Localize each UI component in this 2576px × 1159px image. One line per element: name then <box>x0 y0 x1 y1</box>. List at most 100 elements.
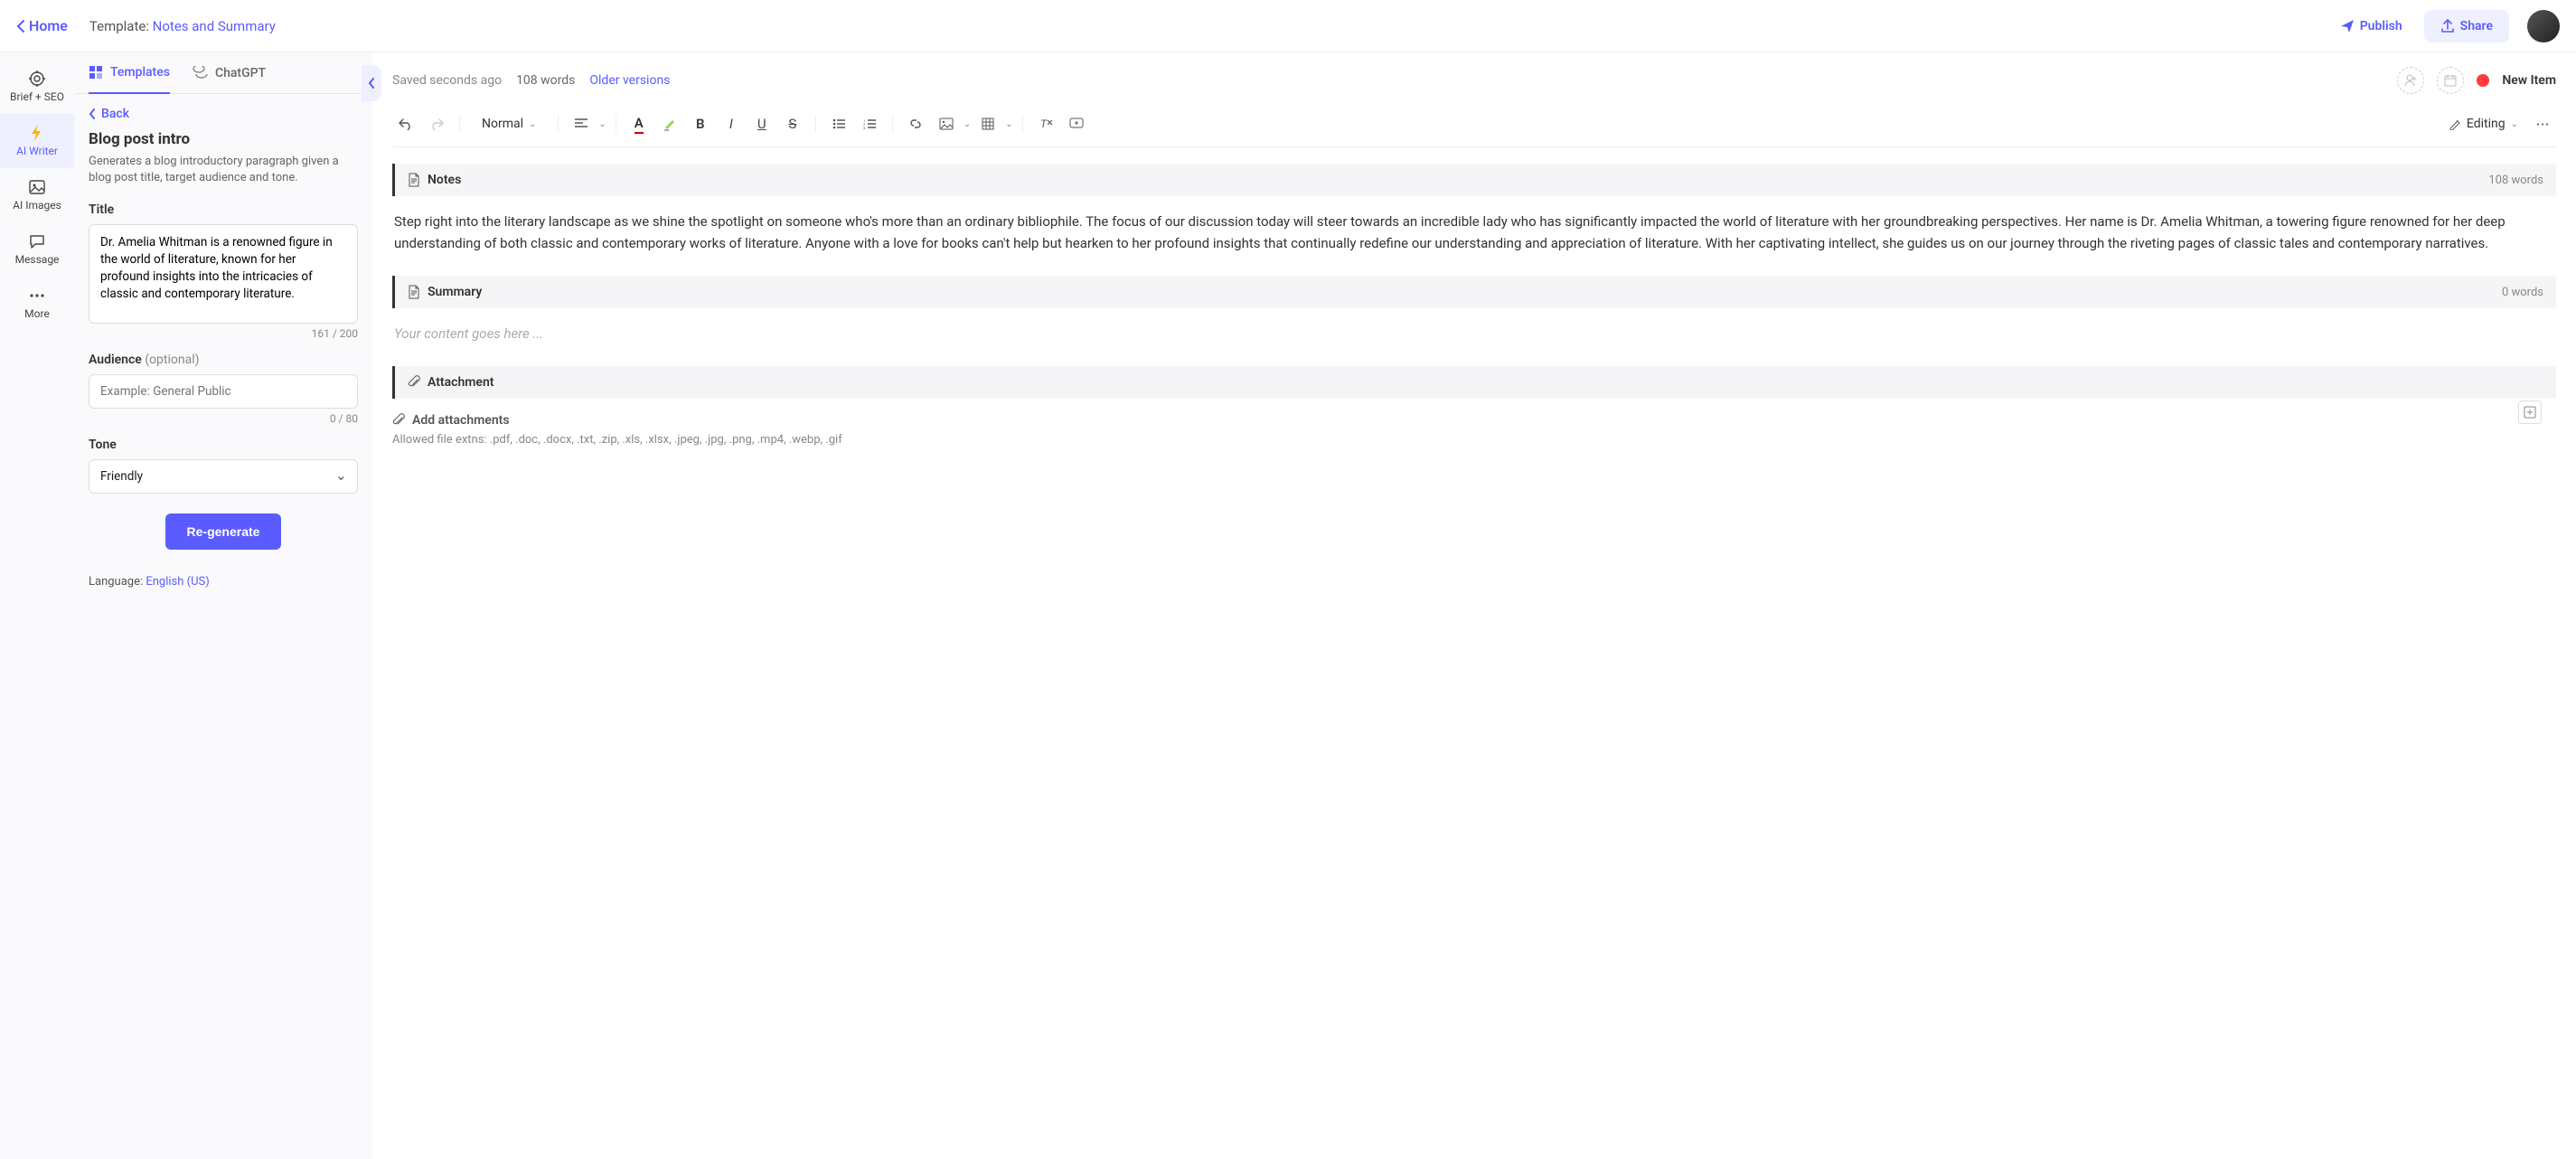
notes-body[interactable]: Step right into the literary landscape a… <box>392 211 2556 254</box>
bold-button[interactable]: B <box>687 110 714 137</box>
strike-button[interactable]: S <box>779 110 806 137</box>
table-dropdown[interactable]: ⌄ <box>1005 119 1012 129</box>
avatar[interactable] <box>2527 10 2560 42</box>
new-item-label[interactable]: New Item <box>2502 73 2556 88</box>
align-button[interactable] <box>568 110 595 137</box>
side-panel: Templates ChatGPT Back Blog post intro G… <box>74 52 372 1159</box>
older-versions-link[interactable]: Older versions <box>589 73 670 88</box>
editor-content: Notes 108 words Step right into the lite… <box>392 164 2556 447</box>
language-line: Language: English (US) <box>89 575 358 589</box>
template-breadcrumb: Template: Notes and Summary <box>89 18 276 34</box>
nav-brief-seo[interactable]: Brief + SEO <box>0 60 74 114</box>
paperclip-icon <box>392 413 405 428</box>
svg-text:T: T <box>1040 118 1048 130</box>
summary-body[interactable]: Your content goes here ... <box>392 323 2556 344</box>
summary-title: Summary <box>428 285 482 299</box>
panel-title: Blog post intro <box>89 130 358 148</box>
panel-tabs: Templates ChatGPT <box>74 52 372 94</box>
publish-button[interactable]: Publish <box>2329 12 2413 41</box>
mode-select[interactable]: Editing ⌄ <box>2441 113 2525 135</box>
image-button[interactable] <box>933 110 960 137</box>
title-counter: 161 / 200 <box>89 327 358 340</box>
bullet-list-button[interactable] <box>825 110 852 137</box>
highlight-button[interactable] <box>656 110 683 137</box>
number-list-button[interactable]: 123 <box>856 110 883 137</box>
notes-title: Notes <box>428 173 461 187</box>
chat-icon <box>29 233 45 250</box>
comment-button[interactable] <box>1063 110 1090 137</box>
nav-ai-images[interactable]: AI Images <box>0 168 74 222</box>
summary-block-header[interactable]: Summary 0 words <box>392 276 2556 308</box>
clear-format-button[interactable]: T <box>1032 110 1059 137</box>
redo-button[interactable] <box>423 110 450 137</box>
upload-icon <box>2440 19 2455 33</box>
main-layout: Brief + SEO AI Writer AI Images Message … <box>0 52 2576 1159</box>
add-collaborator-button[interactable] <box>2397 67 2424 94</box>
title-field-label: Title <box>89 203 358 217</box>
notes-block-header[interactable]: Notes 108 words <box>392 164 2556 196</box>
allowed-extensions: Allowed file extns: .pdf, .doc, .docx, .… <box>392 433 2556 447</box>
add-attachments-button[interactable]: Add attachments <box>392 413 2556 428</box>
attachment-title: Attachment <box>428 375 494 390</box>
status-dot <box>2477 74 2489 87</box>
save-status: Saved seconds ago <box>392 73 502 88</box>
templates-icon <box>89 65 103 80</box>
add-block-button[interactable] <box>2518 400 2542 424</box>
more-toolbar-button[interactable]: ⋯ <box>2529 110 2556 137</box>
editor-top-right: New Item <box>2397 67 2556 94</box>
align-dropdown[interactable]: ⌄ <box>598 119 606 129</box>
format-select[interactable]: Normal ⌄ <box>475 113 543 135</box>
nav-rail: Brief + SEO AI Writer AI Images Message … <box>0 52 74 1159</box>
link-button[interactable] <box>902 110 929 137</box>
home-link[interactable]: Home <box>16 17 68 34</box>
audience-input[interactable] <box>89 374 358 409</box>
audience-field-label: Audience (optional) <box>89 353 358 367</box>
text-color-button[interactable]: A <box>625 110 653 137</box>
send-icon <box>2340 19 2355 33</box>
editor-status-bar: Saved seconds ago 108 words Older versio… <box>392 67 2556 94</box>
tab-templates[interactable]: Templates <box>89 52 170 94</box>
title-input[interactable] <box>89 224 358 324</box>
chevron-down-icon: ⌄ <box>2511 119 2518 129</box>
editor-area: Saved seconds ago 108 words Older versio… <box>372 52 2576 1159</box>
calendar-button[interactable] <box>2437 67 2464 94</box>
share-button[interactable]: Share <box>2424 10 2509 42</box>
editor-toolbar: Normal ⌄ ⌄ A B I U S 123 ⌄ ⌄ T <box>392 110 2556 147</box>
nav-message[interactable]: Message <box>0 222 74 277</box>
nav-more[interactable]: More <box>0 277 74 331</box>
bolt-icon <box>29 125 45 141</box>
text-color-icon: A <box>635 115 644 134</box>
collapse-panel-button[interactable] <box>362 65 381 101</box>
home-label: Home <box>29 17 68 34</box>
audience-counter: 0 / 80 <box>89 412 358 425</box>
undo-button[interactable] <box>392 110 419 137</box>
svg-text:3: 3 <box>863 126 865 129</box>
more-icon <box>29 287 45 304</box>
language-link[interactable]: English (US) <box>146 575 209 589</box>
template-name[interactable]: Notes and Summary <box>153 18 276 34</box>
summary-word-count: 0 words <box>2502 286 2543 299</box>
regenerate-button[interactable]: Re-generate <box>165 514 282 550</box>
table-button[interactable] <box>974 110 1001 137</box>
tone-select[interactable]: Friendly <box>89 459 358 494</box>
image-icon <box>29 179 45 195</box>
nav-ai-writer[interactable]: AI Writer <box>0 114 74 168</box>
notes-word-count: 108 words <box>2488 174 2543 187</box>
image-dropdown[interactable]: ⌄ <box>964 119 971 129</box>
pencil-icon <box>2449 118 2461 130</box>
back-link[interactable]: Back <box>89 107 358 121</box>
tone-field-label: Tone <box>89 438 358 452</box>
attachment-block-header[interactable]: Attachment <box>392 366 2556 399</box>
chevron-down-icon: ⌄ <box>529 119 536 129</box>
underline-button[interactable]: U <box>748 110 776 137</box>
app-header: Home Template: Notes and Summary Publish… <box>0 0 2576 52</box>
header-actions: Publish Share <box>2329 10 2560 42</box>
chatgpt-icon <box>192 66 208 80</box>
doc-icon <box>408 173 420 187</box>
target-icon <box>29 71 45 87</box>
paperclip-icon <box>408 375 420 390</box>
panel-description: Generates a blog introductory paragraph … <box>89 154 358 186</box>
tab-chatgpt[interactable]: ChatGPT <box>192 52 266 93</box>
italic-button[interactable]: I <box>718 110 745 137</box>
chevron-left-icon <box>16 20 25 33</box>
